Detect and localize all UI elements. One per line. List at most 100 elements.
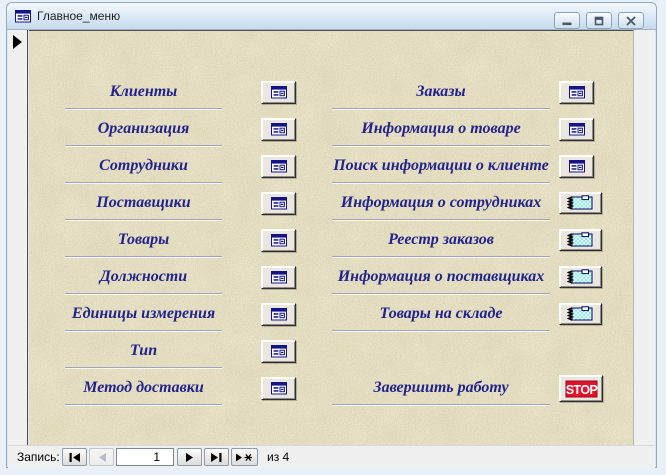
menu-label-cell: Единицы измерения <box>65 301 222 331</box>
last-record-icon <box>210 452 221 462</box>
close-button[interactable] <box>618 12 644 29</box>
first-record-icon <box>69 452 80 462</box>
menu-label: Метод доставки <box>83 379 204 396</box>
report-icon <box>567 306 593 321</box>
menu-row: Поиск информации о клиенте <box>332 153 607 183</box>
separator-line <box>65 182 222 183</box>
menu-label-cell: Информация о товаре <box>332 116 550 146</box>
form-icon <box>270 160 287 173</box>
open-form-button[interactable] <box>261 192 296 215</box>
menu-label: Должности <box>99 268 188 285</box>
menu-label: Завершить работу <box>373 379 509 396</box>
restore-icon <box>594 16 604 25</box>
open-form-button[interactable] <box>261 266 296 289</box>
open-form-button[interactable] <box>261 229 296 252</box>
menu-label-cell: Клиенты <box>65 79 222 109</box>
menu-label: Информация о поставщиках <box>337 268 545 285</box>
menu-label: Организация <box>97 120 190 137</box>
open-form-button[interactable] <box>261 155 296 178</box>
form-icon <box>270 86 287 99</box>
menu-label: Реестр заказов <box>388 231 494 248</box>
titlebar[interactable]: Главное_меню <box>6 2 657 30</box>
separator-line <box>332 404 550 405</box>
form-margin-area <box>633 30 655 445</box>
stop-label: STOP <box>565 382 597 396</box>
stop-icon: STOP <box>565 380 598 397</box>
menu-row: Информация о поставщиках <box>332 264 607 294</box>
menu-label-cell: Сотрудники <box>65 153 222 183</box>
form-icon <box>270 345 287 358</box>
open-form-button[interactable] <box>261 81 296 104</box>
next-record-icon <box>185 452 193 462</box>
menu-row: Поставщики <box>65 190 305 220</box>
form-canvas: Клиенты Организация Сотрудники Поставщик… <box>29 30 633 445</box>
menu-row: Должности <box>65 264 305 294</box>
current-record-input[interactable] <box>116 448 174 466</box>
menu-label: Единицы измерения <box>71 305 216 322</box>
window-title: Главное_меню <box>37 9 121 23</box>
menu-label-cell: Товары <box>65 227 222 257</box>
open-form-button[interactable] <box>559 81 594 104</box>
menu-row: Метод доставки <box>65 375 305 405</box>
previous-record-button[interactable] <box>89 448 114 466</box>
first-record-button[interactable] <box>62 448 87 466</box>
menu-row: Заказы <box>332 79 607 109</box>
next-record-button[interactable] <box>177 448 202 466</box>
menu-label-cell: Завершить работу <box>332 375 550 405</box>
separator-line <box>65 404 222 405</box>
separator-line <box>332 256 550 257</box>
exit-button[interactable]: STOP <box>559 375 603 402</box>
new-record-button[interactable] <box>231 448 258 466</box>
open-form-button[interactable] <box>559 155 594 178</box>
open-form-button[interactable] <box>261 340 296 363</box>
menu-label-cell: Организация <box>65 116 222 146</box>
open-form-button[interactable] <box>559 118 594 141</box>
menu-label-cell: Информация о сотрудниках <box>332 190 550 220</box>
menu-row: Информация о сотрудниках <box>332 190 607 220</box>
record-count-label: из 4 <box>267 450 290 464</box>
menu-row: Единицы измерения <box>65 301 305 331</box>
menu-label: Товары на складе <box>379 305 503 322</box>
separator-line <box>65 367 222 368</box>
menu-row: Сотрудники <box>65 153 305 183</box>
minimize-button[interactable] <box>554 12 580 29</box>
separator-line <box>65 219 222 220</box>
menu-label-cell: Заказы <box>332 79 550 109</box>
report-icon <box>567 269 593 284</box>
menu-label: Тип <box>129 342 158 359</box>
form-icon <box>270 123 287 136</box>
open-form-button[interactable] <box>261 377 296 400</box>
minimize-icon <box>562 22 572 25</box>
open-form-button[interactable] <box>261 118 296 141</box>
open-report-button[interactable] <box>559 229 602 251</box>
form-icon <box>270 382 287 395</box>
form-icon <box>568 86 585 99</box>
report-icon <box>567 195 593 210</box>
menu-label: Клиенты <box>109 83 178 100</box>
menu-label-cell: Поставщики <box>65 190 222 220</box>
current-record-arrow-icon <box>13 35 22 49</box>
form-icon <box>270 271 287 284</box>
window-controls <box>554 12 644 29</box>
separator-line <box>65 293 222 294</box>
open-form-button[interactable] <box>261 303 296 326</box>
close-icon <box>626 15 636 26</box>
menu-label-cell: Товары на складе <box>332 301 550 331</box>
menu-label: Поставщики <box>96 194 191 211</box>
previous-record-icon <box>98 452 106 462</box>
record-navigation-bar: Запись: 1 из 4 <box>8 445 655 468</box>
separator-line <box>65 145 222 146</box>
form-icon <box>270 234 287 247</box>
separator-line <box>332 182 550 183</box>
open-report-button[interactable] <box>559 303 602 325</box>
menu-row: Завершить работу STOP <box>332 375 607 405</box>
open-report-button[interactable] <box>559 266 602 288</box>
open-report-button[interactable] <box>559 192 602 214</box>
menu-label-cell: Тип <box>65 338 222 368</box>
form-icon <box>270 308 287 321</box>
record-selector-bar[interactable] <box>8 30 28 445</box>
last-record-button[interactable] <box>204 448 229 466</box>
menu-label: Поиск информации о клиенте <box>333 157 549 174</box>
restore-button[interactable] <box>586 12 612 29</box>
menu-row: Реестр заказов <box>332 227 607 257</box>
